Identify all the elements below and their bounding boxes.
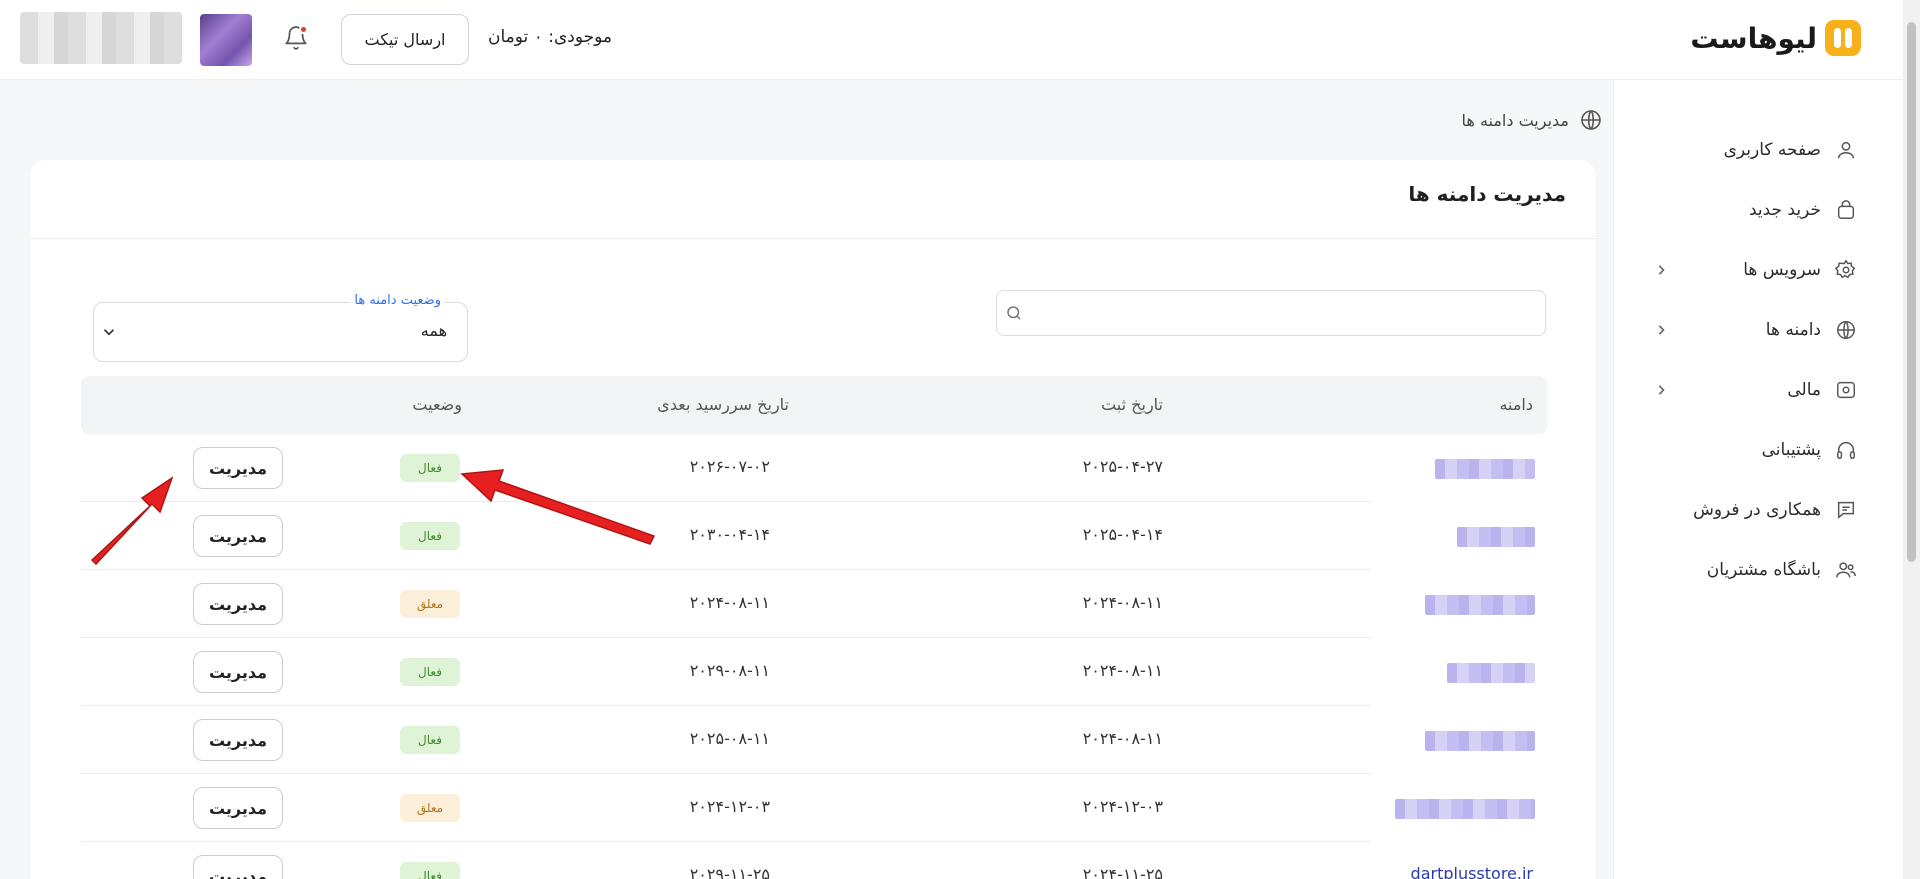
scrollbar-thumb[interactable] [1907, 22, 1916, 562]
page-title: مدیریت دامنه ها [1408, 182, 1566, 206]
sidebar-item-label: مالی [1787, 380, 1821, 400]
brand-name: لیوهاست [1690, 21, 1818, 55]
table-row: ۲۰۲۴-۰۸-۱۱ ۲۰۲۴-۰۸-۱۱ معلق مدیریت [81, 570, 1547, 638]
due-date: ۲۰۲۶-۰۷-۰۲ [689, 457, 770, 476]
column-header-status: وضعیت [412, 395, 462, 414]
money-icon [1833, 377, 1859, 403]
brand-logo[interactable]: لیوهاست [1690, 18, 1861, 58]
manage-button[interactable]: مدیریت [193, 447, 283, 489]
status-badge: معلق [400, 590, 460, 618]
manage-button[interactable]: مدیریت [193, 583, 283, 625]
search-icon [1007, 306, 1021, 320]
table-row: ۲۰۲۴-۰۸-۱۱ ۲۰۲۵-۰۸-۱۱ فعال مدیریت [81, 706, 1547, 774]
manage-button[interactable]: مدیریت [193, 787, 283, 829]
sidebar-item-services[interactable]: سرویس ها [1613, 246, 1903, 294]
manage-button[interactable]: مدیریت [193, 719, 283, 761]
reg-date: ۲۰۲۴-۰۸-۱۱ [1082, 593, 1163, 612]
headset-icon [1833, 437, 1859, 463]
sidebar-item-profile[interactable]: صفحه کاربری [1613, 126, 1903, 174]
domain-name-blurred[interactable] [1425, 731, 1535, 751]
search-field[interactable] [996, 290, 1546, 336]
globe-icon [1581, 110, 1601, 130]
sidebar-item-domains[interactable]: دامنه ها [1613, 306, 1903, 354]
breadcrumb-label: مدیریت دامنه ها [1461, 110, 1569, 130]
chevron-left-icon [1658, 325, 1665, 335]
manage-button[interactable]: مدیریت [193, 855, 283, 879]
sidebar-item-label: همکاری در فروش [1693, 500, 1821, 520]
top-header: لیوهاست موجودی: ۰ تومان ارسال تیکت [0, 0, 1903, 80]
domains-card: مدیریت دامنه ها وضعیت دامنه ها همه دامنه… [30, 160, 1596, 879]
status-badge: فعال [400, 454, 460, 482]
status-badge: معلق [400, 794, 460, 822]
reg-date: ۲۰۲۴-۰۸-۱۱ [1082, 661, 1163, 680]
chevron-left-icon [1658, 265, 1665, 275]
column-header-domain: دامنه [1499, 395, 1533, 414]
breadcrumb: مدیریت دامنه ها [1462, 108, 1603, 132]
due-date: ۲۰۲۹-۱۱-۲۵ [689, 865, 770, 879]
scrollbar[interactable] [1903, 0, 1920, 879]
chevron-left-icon [1658, 385, 1665, 395]
shopping-bag-icon [1833, 197, 1859, 223]
sidebar-item-label: خرید جدید [1748, 200, 1821, 220]
table-row: ۲۰۲۴-۰۸-۱۱ ۲۰۲۹-۰۸-۱۱ فعال مدیریت [81, 638, 1547, 706]
sidebar-item-new-purchase[interactable]: خرید جدید [1613, 186, 1903, 234]
users-icon [1833, 557, 1859, 583]
gear-icon [1833, 257, 1859, 283]
sidebar-item-affiliate[interactable]: همکاری در فروش [1613, 486, 1903, 534]
divider [30, 238, 1596, 239]
status-badge: فعال [400, 522, 460, 550]
sidebar: صفحه کاربری خرید جدید سرویس ها دامنه ها … [1613, 80, 1903, 879]
due-date: ۲۰۲۵-۰۸-۱۱ [689, 729, 770, 748]
reg-date: ۲۰۲۵-۰۴-۱۴ [1082, 525, 1163, 544]
sidebar-item-customer-club[interactable]: باشگاه مشتریان [1613, 546, 1903, 594]
due-date: ۲۰۲۴-۱۲-۰۳ [689, 797, 770, 816]
column-header-reg-date: تاریخ ثبت [1101, 395, 1163, 414]
chat-icon [1833, 497, 1859, 523]
column-header-due-date: تاریخ سررسید بعدی [657, 395, 789, 414]
chevron-down-icon [103, 329, 115, 336]
domain-name-blurred[interactable] [1457, 527, 1535, 547]
status-badge: فعال [400, 726, 460, 754]
globe-icon [1833, 317, 1859, 343]
send-ticket-button[interactable]: ارسال تیکت [341, 14, 469, 65]
sidebar-item-label: سرویس ها [1743, 260, 1821, 280]
logo-icon [1825, 20, 1861, 56]
reg-date: ۲۰۲۴-۱۲-۰۳ [1082, 797, 1163, 816]
table-row: ۲۰۲۵-۰۴-۱۴ ۲۰۳۰-۰۴-۱۴ فعال مدیریت [81, 502, 1547, 570]
table-row: ۲۰۲۵-۰۴-۲۷ ۲۰۲۶-۰۷-۰۲ فعال مدیریت [81, 434, 1547, 502]
sidebar-item-label: دامنه ها [1765, 320, 1821, 340]
sidebar-item-finance[interactable]: مالی [1613, 366, 1903, 414]
domain-name-blurred[interactable] [1435, 459, 1535, 479]
status-badge: فعال [400, 862, 460, 879]
table-row: ۲۰۲۴-۱۲-۰۳ ۲۰۲۴-۱۲-۰۳ معلق مدیریت [81, 774, 1547, 842]
select-value: همه [420, 321, 447, 340]
sidebar-item-label: پشتیبانی [1761, 440, 1821, 460]
domain-name-link[interactable]: dartplusstore.ir [1411, 864, 1533, 879]
balance-text: موجودی: ۰ تومان [488, 27, 613, 47]
avatar[interactable] [200, 14, 252, 66]
select-label: وضعیت دامنه ها [350, 293, 445, 308]
domain-name-blurred[interactable] [1395, 799, 1535, 819]
user-icon [1833, 137, 1859, 163]
due-date: ۲۰۲۹-۰۸-۱۱ [689, 661, 770, 680]
due-date: ۲۰۳۰-۰۴-۱۴ [689, 525, 770, 544]
search-input[interactable] [1033, 291, 1533, 335]
due-date: ۲۰۲۴-۰۸-۱۱ [689, 593, 770, 612]
domain-name-blurred[interactable] [1425, 595, 1535, 615]
domain-name-blurred[interactable] [1447, 663, 1535, 683]
table-header: دامنه تاریخ ثبت تاریخ سررسید بعدی وضعیت [81, 376, 1547, 434]
manage-button[interactable]: مدیریت [193, 515, 283, 557]
sidebar-item-label: باشگاه مشتریان [1706, 560, 1821, 580]
domain-status-select[interactable]: وضعیت دامنه ها همه [93, 293, 468, 362]
manage-button[interactable]: مدیریت [193, 651, 283, 693]
sidebar-item-label: صفحه کاربری [1723, 140, 1821, 160]
notification-dot [299, 25, 308, 34]
reg-date: ۲۰۲۵-۰۴-۲۷ [1082, 457, 1163, 476]
reg-date: ۲۰۲۴-۰۸-۱۱ [1082, 729, 1163, 748]
status-badge: فعال [400, 658, 460, 686]
sidebar-item-support[interactable]: پشتیبانی [1613, 426, 1903, 474]
reg-date: ۲۰۲۴-۱۱-۲۵ [1082, 865, 1163, 879]
user-info-blurred[interactable] [20, 12, 182, 64]
table-row: dartplusstore.ir ۲۰۲۴-۱۱-۲۵ ۲۰۲۹-۱۱-۲۵ ف… [81, 842, 1547, 879]
